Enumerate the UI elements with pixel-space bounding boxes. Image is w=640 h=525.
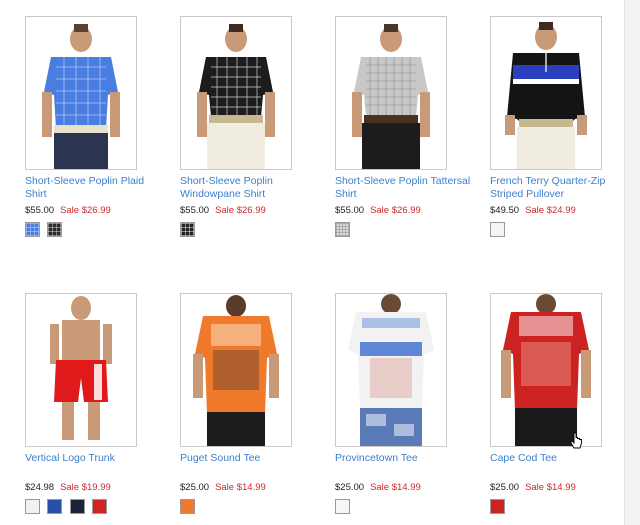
sale-price: Sale $14.99 <box>525 482 576 493</box>
product-card: French Terry Quarter-Zip Striped Pullove… <box>490 16 640 239</box>
color-swatches <box>25 222 175 239</box>
color-swatch-white[interactable] <box>490 222 505 237</box>
product-card: Cape Cod Tee $25.00 Sale $14.99 <box>490 293 640 516</box>
color-swatches <box>490 222 640 239</box>
product-image[interactable] <box>180 16 292 170</box>
product-image[interactable] <box>25 293 137 447</box>
product-name-link[interactable]: Cape Cod Tee <box>490 452 630 465</box>
color-swatch-black-plaid[interactable] <box>47 222 63 237</box>
color-swatches <box>490 499 640 516</box>
price-row: $25.00 Sale $14.99 <box>180 482 330 493</box>
product-name-link[interactable]: Short-Sleeve Poplin Windowpane Shirt <box>180 175 320 201</box>
product-image[interactable] <box>335 16 447 170</box>
product-image[interactable] <box>180 293 292 447</box>
product-name-link[interactable]: Vertical Logo Trunk <box>25 452 165 465</box>
sale-price: Sale $14.99 <box>215 482 266 493</box>
sale-price: Sale $26.99 <box>370 205 421 216</box>
product-card: Puget Sound Tee $25.00 Sale $14.99 <box>180 293 330 516</box>
price-row: $55.00 Sale $26.99 <box>180 205 330 216</box>
sale-price: Sale $24.99 <box>525 205 576 216</box>
color-swatch-black-windowpane[interactable] <box>180 222 195 237</box>
product-name-link[interactable]: Short-Sleeve Poplin Plaid Shirt <box>25 175 165 201</box>
color-swatches <box>335 499 485 516</box>
product-image[interactable] <box>490 293 602 447</box>
product-card: Short-Sleeve Poplin Tattersal Shirt $55.… <box>335 16 485 239</box>
color-swatch-navy[interactable] <box>69 499 85 514</box>
product-image[interactable] <box>25 16 137 170</box>
color-swatch-white[interactable] <box>335 499 350 514</box>
regular-price: $55.00 <box>25 205 55 216</box>
color-swatch-gray-tattersal[interactable] <box>335 222 350 237</box>
regular-price: $25.00 <box>180 482 210 493</box>
product-name-link[interactable]: French Terry Quarter-Zip Striped Pullove… <box>490 175 630 201</box>
price-row: $49.50 Sale $24.99 <box>490 205 640 216</box>
price-row: $25.00 Sale $14.99 <box>335 482 485 493</box>
color-swatches <box>180 499 330 516</box>
price-row: $25.00 Sale $14.99 <box>490 482 640 493</box>
color-swatches <box>335 222 485 239</box>
regular-price: $55.00 <box>335 205 365 216</box>
regular-price: $55.00 <box>180 205 210 216</box>
color-swatch-white[interactable] <box>25 499 40 514</box>
product-image[interactable] <box>335 293 447 447</box>
product-image[interactable] <box>490 16 602 170</box>
product-card: Provincetown Tee $25.00 Sale $14.99 <box>335 293 485 516</box>
color-swatch-red[interactable] <box>92 499 108 514</box>
regular-price: $24.98 <box>25 482 55 493</box>
sale-price: Sale $19.99 <box>60 482 111 493</box>
color-swatch-red[interactable] <box>490 499 505 514</box>
product-name-link[interactable]: Provincetown Tee <box>335 452 475 465</box>
color-swatch-blue-plaid[interactable] <box>25 222 40 237</box>
product-card: Vertical Logo Trunk $24.98 Sale $19.99 <box>25 293 175 516</box>
sale-price: Sale $26.99 <box>60 205 111 216</box>
product-name-link[interactable]: Puget Sound Tee <box>180 452 320 465</box>
price-row: $55.00 Sale $26.99 <box>25 205 175 216</box>
color-swatch-blue[interactable] <box>47 499 63 514</box>
product-name-link[interactable]: Short-Sleeve Poplin Tattersal Shirt <box>335 175 475 201</box>
product-card: Short-Sleeve Poplin Windowpane Shirt $55… <box>180 16 330 239</box>
color-swatches <box>25 499 175 516</box>
price-row: $55.00 Sale $26.99 <box>335 205 485 216</box>
regular-price: $25.00 <box>335 482 365 493</box>
color-swatches <box>180 222 330 239</box>
product-grid: Short-Sleeve Poplin Plaid Shirt $55.00 Sa… <box>0 0 624 525</box>
hand-cursor-icon <box>569 432 582 449</box>
color-swatch-orange[interactable] <box>180 499 195 514</box>
scrollbar-track[interactable] <box>624 0 640 525</box>
regular-price: $25.00 <box>490 482 520 493</box>
sale-price: Sale $26.99 <box>215 205 266 216</box>
product-card: Short-Sleeve Poplin Plaid Shirt $55.00 Sa… <box>25 16 175 239</box>
sale-price: Sale $14.99 <box>370 482 421 493</box>
regular-price: $49.50 <box>490 205 520 216</box>
price-row: $24.98 Sale $19.99 <box>25 482 175 493</box>
